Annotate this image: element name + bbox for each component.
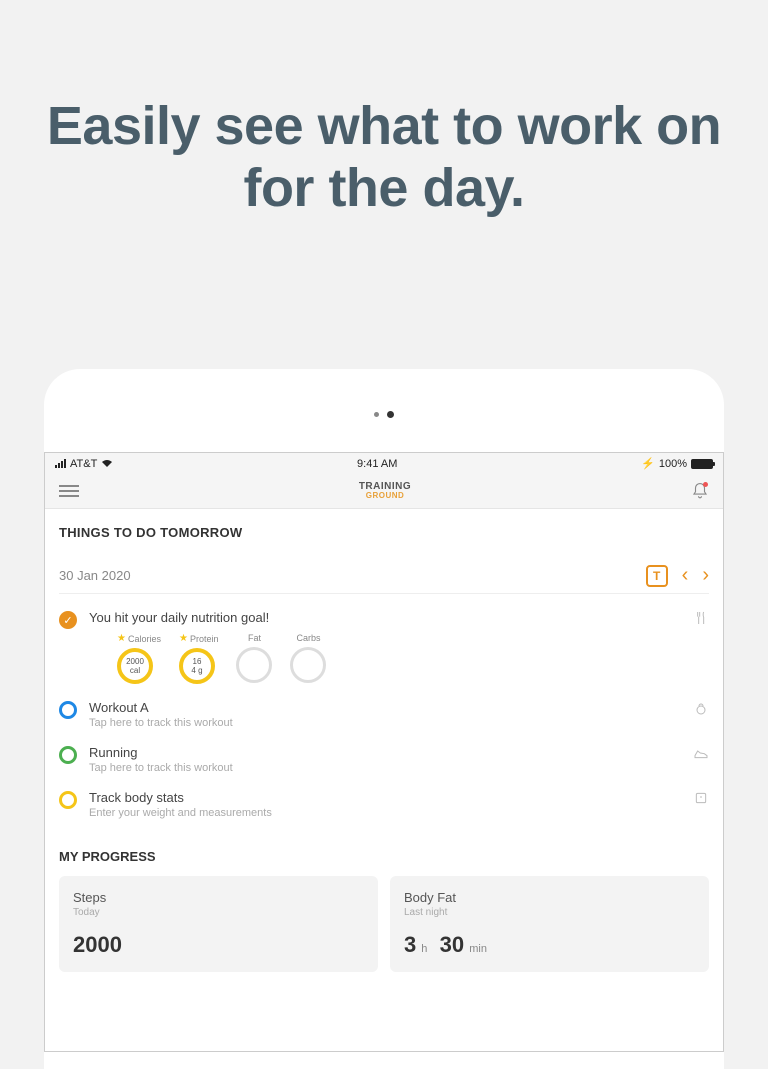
task-title: Workout A xyxy=(89,700,709,715)
nutrition-ring xyxy=(236,647,272,683)
check-icon: ✓ xyxy=(59,611,77,629)
page-indicator xyxy=(44,369,724,418)
card-subtitle: Today xyxy=(73,907,364,918)
task-item[interactable]: Running Tap here to track this workout xyxy=(59,745,709,774)
logo-bottom: GROUND xyxy=(359,492,411,500)
signal-icon xyxy=(55,459,66,468)
nutrition-item: ★Calories 2000cal xyxy=(117,633,161,684)
clock: 9:41 AM xyxy=(357,458,397,470)
kettlebell-icon xyxy=(693,700,709,721)
headline: Easily see what to work on for the day. xyxy=(0,0,768,219)
progress-title: MY PROGRESS xyxy=(59,849,709,864)
task-ring-icon xyxy=(59,791,77,809)
nutrition-ring: 164 g xyxy=(179,648,215,684)
page-dot xyxy=(374,412,379,417)
shoe-icon xyxy=(693,745,709,766)
carrier-label: AT&T xyxy=(70,458,97,470)
task-title: Running xyxy=(89,745,709,760)
progress-card[interactable]: Steps Today 2000 xyxy=(59,876,378,972)
app-logo: TRAINING GROUND xyxy=(359,482,411,500)
task-ring-icon xyxy=(59,746,77,764)
task-ring-icon xyxy=(59,701,77,719)
card-value: 3 h 30 min xyxy=(404,932,695,958)
notifications-button[interactable] xyxy=(691,482,709,500)
nutrition-item: Fat xyxy=(236,633,272,684)
task-subtitle: Enter your weight and measurements xyxy=(89,807,709,819)
date-label: 30 Jan 2020 xyxy=(59,568,131,583)
nutrition-item: ★Protein 164 g xyxy=(179,633,219,684)
app-bar: TRAINING GROUND xyxy=(45,474,723,509)
nutrition-row: ★Calories 2000cal ★Protein 164 g Fat Carbs xyxy=(117,633,709,684)
nutrition-ring xyxy=(290,647,326,683)
progress-card[interactable]: Body Fat Last night 3 h 30 min xyxy=(390,876,709,972)
card-subtitle: Last night xyxy=(404,907,695,918)
star-icon: ★ xyxy=(179,633,188,644)
nutrition-task[interactable]: ✓ You hit your daily nutrition goal! ★Ca… xyxy=(59,610,709,684)
phone-screen: AT&T 9:41 AM ⚡ 100% TRAINING GROUND THIN… xyxy=(44,452,724,1052)
card-title: Steps xyxy=(73,890,364,905)
wifi-icon xyxy=(101,459,113,468)
nutrition-item: Carbs xyxy=(290,633,326,684)
battery-icon xyxy=(691,459,713,469)
today-button[interactable]: T xyxy=(646,565,668,587)
status-bar: AT&T 9:41 AM ⚡ 100% xyxy=(45,453,723,474)
task-subtitle: Tap here to track this workout xyxy=(89,762,709,774)
prev-day-button[interactable]: ‹ xyxy=(682,564,689,587)
task-subtitle: Tap here to track this workout xyxy=(89,717,709,729)
scale-icon xyxy=(693,790,709,811)
device-card: AT&T 9:41 AM ⚡ 100% TRAINING GROUND THIN… xyxy=(44,369,724,1069)
utensils-icon xyxy=(693,610,709,631)
bluetooth-icon: ⚡ xyxy=(641,457,655,470)
battery-pct: 100% xyxy=(659,458,687,470)
task-item[interactable]: Workout A Tap here to track this workout xyxy=(59,700,709,729)
star-icon: ★ xyxy=(117,633,126,644)
menu-button[interactable] xyxy=(59,485,79,497)
card-value: 2000 xyxy=(73,932,364,958)
nutrition-title: You hit your daily nutrition goal! xyxy=(89,610,709,625)
task-item[interactable]: Track body stats Enter your weight and m… xyxy=(59,790,709,819)
nutrition-ring: 2000cal xyxy=(117,648,153,684)
things-title: THINGS TO DO TOMORROW xyxy=(59,525,709,540)
task-title: Track body stats xyxy=(89,790,709,805)
next-day-button[interactable]: › xyxy=(702,564,709,587)
page-dot-active xyxy=(387,411,394,418)
card-title: Body Fat xyxy=(404,890,695,905)
